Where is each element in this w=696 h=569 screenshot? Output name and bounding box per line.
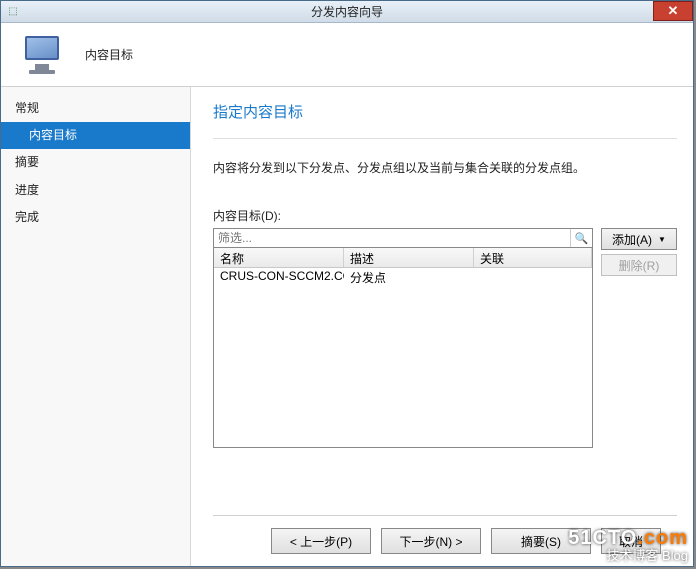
cancel-button[interactable]: 取消 bbox=[601, 528, 661, 554]
sidebar: 常规 内容目标 摘要 进度 完成 bbox=[1, 87, 191, 566]
prev-button[interactable]: < 上一步(P) bbox=[271, 528, 371, 554]
header-band: 内容目标 bbox=[1, 23, 693, 87]
summary-button[interactable]: 摘要(S) bbox=[491, 528, 591, 554]
filter-box: 🔍 bbox=[213, 228, 593, 248]
remove-label: 删除(R) bbox=[619, 257, 660, 274]
add-button[interactable]: 添加(A) ▼ bbox=[601, 228, 677, 250]
page-title: 指定内容目标 bbox=[213, 97, 677, 138]
computer-icon bbox=[19, 34, 61, 76]
titlebar: ⬚ 分发内容向导 ✕ bbox=[1, 1, 693, 23]
targets-grid[interactable]: 名称 描述 关联 CRUS-CON-SCCM2.CON... 分发点 bbox=[213, 248, 593, 448]
cell-desc: 分发点 bbox=[344, 268, 474, 286]
table-wrap: 🔍 名称 描述 关联 CRUS-CON-SCCM2.CON... 分发点 bbox=[213, 228, 593, 448]
window-title: 分发内容向导 bbox=[311, 3, 383, 20]
close-button[interactable]: ✕ bbox=[653, 1, 693, 21]
cell-assoc bbox=[474, 268, 592, 286]
footer: < 上一步(P) 下一步(N) > 摘要(S) 取消 bbox=[213, 515, 677, 566]
sidebar-item-general[interactable]: 常规 bbox=[1, 95, 190, 122]
add-label: 添加(A) bbox=[612, 231, 652, 248]
filter-input[interactable] bbox=[214, 229, 570, 247]
field-label: 内容目标(D): bbox=[213, 207, 677, 224]
sidebar-item-complete[interactable]: 完成 bbox=[1, 204, 190, 231]
app-icon: ⬚ bbox=[5, 4, 21, 20]
divider bbox=[213, 138, 677, 139]
next-button[interactable]: 下一步(N) > bbox=[381, 528, 481, 554]
side-buttons: 添加(A) ▼ 删除(R) bbox=[601, 228, 677, 276]
sidebar-item-summary[interactable]: 摘要 bbox=[1, 149, 190, 176]
close-icon: ✕ bbox=[668, 3, 679, 19]
content-row: 🔍 名称 描述 关联 CRUS-CON-SCCM2.CON... 分发点 bbox=[213, 228, 677, 448]
wizard-window: ⬚ 分发内容向导 ✕ 内容目标 常规 内容目标 摘要 进度 完成 指定内容目标 … bbox=[0, 0, 694, 567]
main-panel: 指定内容目标 内容将分发到以下分发点、分发点组以及当前与集合关联的分发点组。 内… bbox=[191, 87, 693, 566]
sidebar-item-content-target[interactable]: 内容目标 bbox=[1, 122, 190, 149]
remove-button: 删除(R) bbox=[601, 254, 677, 276]
col-assoc[interactable]: 关联 bbox=[474, 248, 592, 267]
cell-name: CRUS-CON-SCCM2.CON... bbox=[214, 268, 344, 286]
description-text: 内容将分发到以下分发点、分发点组以及当前与集合关联的分发点组。 bbox=[213, 159, 677, 177]
table-row[interactable]: CRUS-CON-SCCM2.CON... 分发点 bbox=[214, 268, 592, 286]
col-desc[interactable]: 描述 bbox=[344, 248, 474, 267]
grid-header: 名称 描述 关联 bbox=[214, 248, 592, 268]
wizard-body: 常规 内容目标 摘要 进度 完成 指定内容目标 内容将分发到以下分发点、分发点组… bbox=[1, 87, 693, 566]
chevron-down-icon: ▼ bbox=[658, 235, 666, 244]
search-icon[interactable]: 🔍 bbox=[570, 229, 592, 247]
col-name[interactable]: 名称 bbox=[214, 248, 344, 267]
header-subtitle: 内容目标 bbox=[85, 46, 133, 63]
sidebar-item-progress[interactable]: 进度 bbox=[1, 177, 190, 204]
